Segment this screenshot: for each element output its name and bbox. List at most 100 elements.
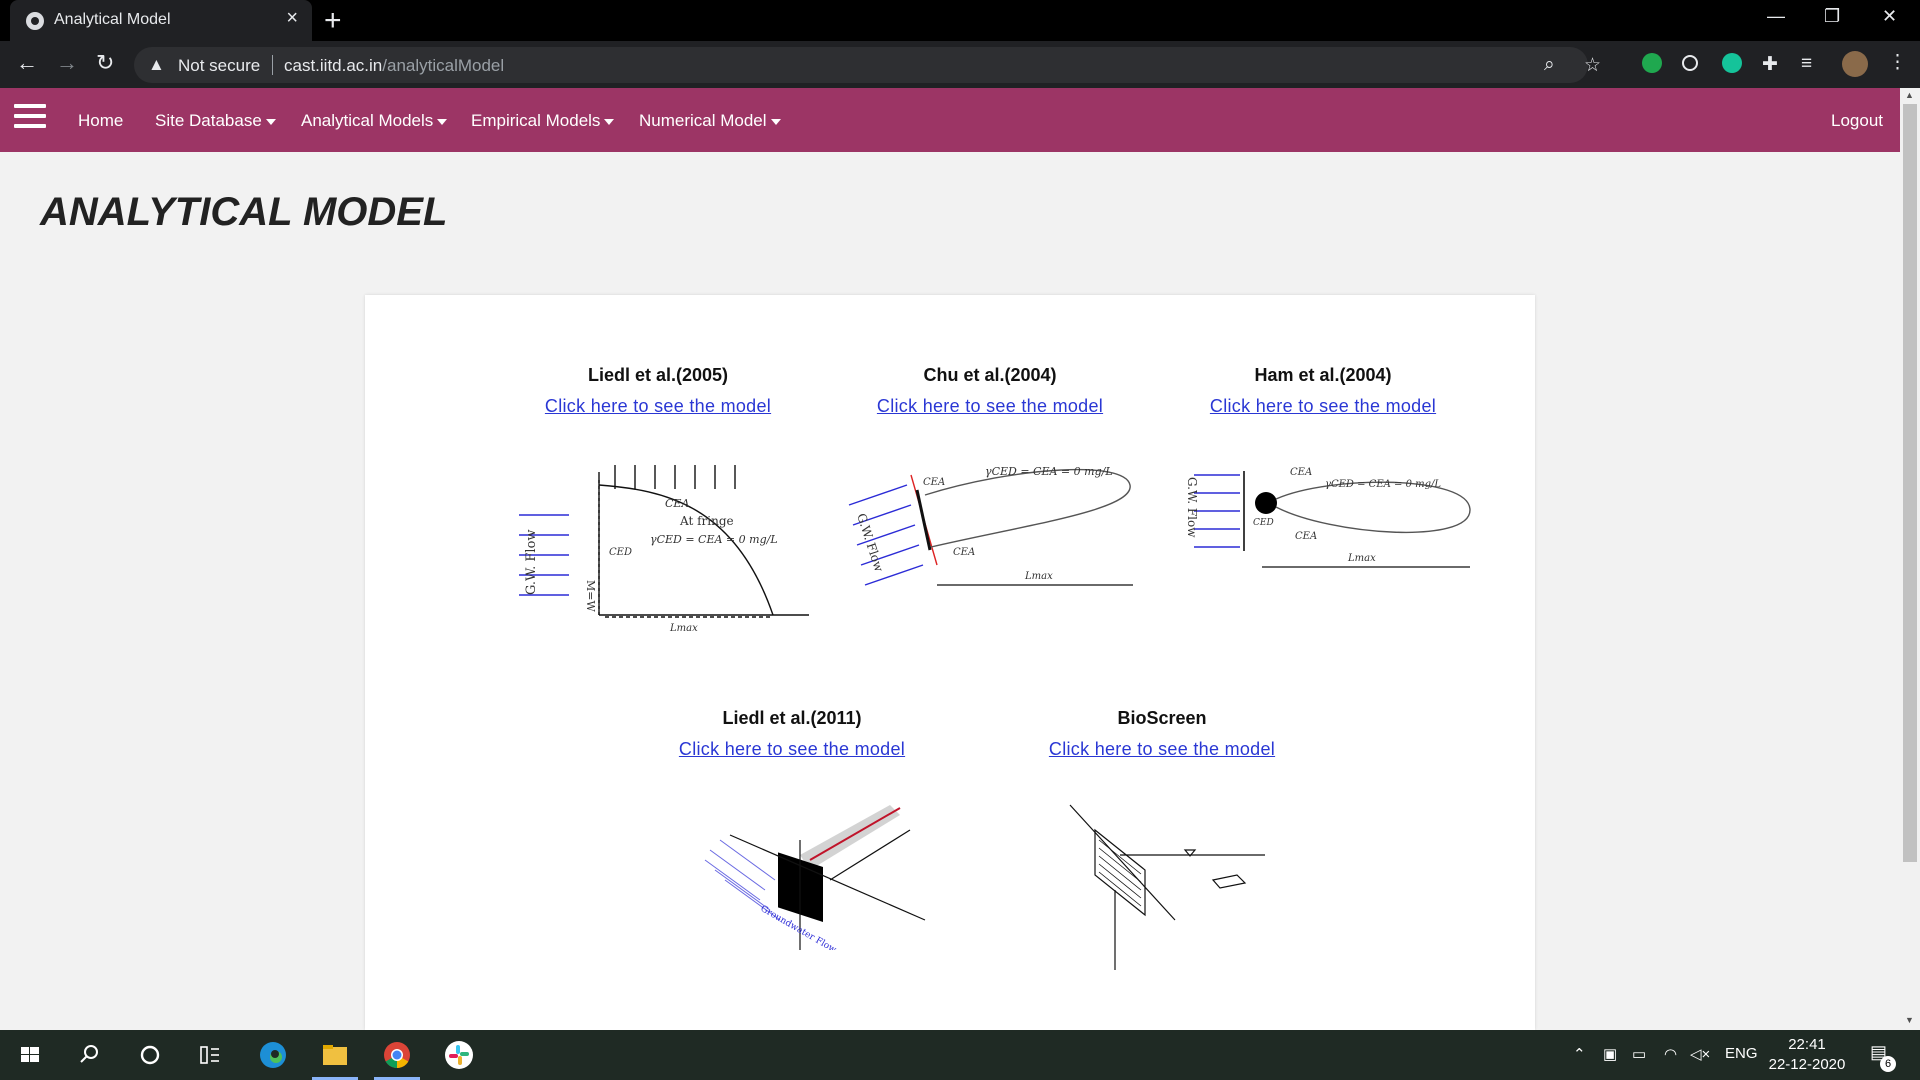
model-name: Chu et al.(2004) — [923, 365, 1057, 385]
liedl-2005-diagram: G.W. Flow M=W CEA At fringe γCED = CEA =… — [519, 465, 809, 634]
caret-down-icon — [265, 118, 276, 125]
notification-count-badge: 6 — [1880, 1056, 1896, 1072]
at-fringe-label: At fringe — [679, 514, 734, 528]
width-label: M=W — [584, 580, 597, 612]
restore-button[interactable]: ❐ — [1824, 6, 1840, 27]
globe-icon — [26, 12, 44, 30]
cea-label: CEA — [665, 497, 689, 510]
model-link[interactable]: Click here to see the model — [513, 396, 803, 417]
model-link[interactable]: Click here to see the model — [845, 396, 1135, 417]
lmax-label: Lmax — [1024, 571, 1053, 582]
model-link[interactable]: Click here to see the model — [1017, 739, 1307, 760]
model-name: BioScreen — [1117, 708, 1207, 728]
profile-avatar[interactable] — [1842, 51, 1868, 77]
extension-green-icon[interactable] — [1642, 53, 1662, 73]
bioscreen-diagram — [1069, 804, 1265, 970]
minimize-button[interactable]: — — [1767, 6, 1785, 27]
site-navbar: Home Site Database Analytical Models Emp… — [0, 88, 1900, 152]
hamburger-menu-icon[interactable] — [14, 104, 46, 130]
model-name: Liedl et al.(2005) — [587, 365, 729, 385]
cea-lower-label: CEA — [953, 547, 975, 558]
address-bar[interactable]: ▲ Not secure cast.iitd.ac.in/analyticalM… — [134, 47, 1601, 83]
forward-arrow-icon[interactable]: → — [56, 51, 78, 75]
search-icon[interactable] — [74, 1039, 106, 1071]
divider — [272, 55, 273, 75]
fringe-equation: γCED = CEA = 0 mg/L — [1325, 479, 1441, 490]
back-arrow-icon[interactable]: ← — [16, 51, 38, 75]
volume-muted-icon[interactable]: ◁× — [1690, 1045, 1710, 1063]
media-queue-icon[interactable]: ≡ — [1801, 53, 1812, 75]
logout-link[interactable]: Logout — [1831, 111, 1883, 131]
cea-lower-label: CEA — [1295, 531, 1317, 542]
meet-now-icon[interactable]: ▣ — [1603, 1045, 1617, 1063]
scroll-down-icon[interactable]: ▼ — [1905, 1015, 1914, 1025]
ced-label: CED — [1253, 518, 1274, 528]
lmax-label: Lmax — [1347, 553, 1376, 564]
clock-date: 22-12-2020 — [1768, 1056, 1846, 1073]
wifi-icon[interactable]: ◠ — [1664, 1045, 1677, 1063]
chu-2004-diagram: G.W. Flow γCED = CEA = 0 mg/L CEA CEA Lm… — [848, 465, 1133, 586]
bookmark-star-icon[interactable]: ☆ — [1584, 54, 1601, 77]
tab-close-icon[interactable]: × — [286, 7, 298, 30]
tray-chevron-icon[interactable]: ⌃ — [1573, 1045, 1586, 1063]
extension-react-icon[interactable] — [1682, 55, 1698, 71]
scrollbar-thumb[interactable] — [1903, 104, 1917, 862]
fringe-equation: γCED = CEA = 0 mg/L — [985, 465, 1113, 478]
clock-time: 22:41 — [1788, 1036, 1826, 1053]
tab-title: Analytical Model — [54, 11, 171, 28]
grammarly-icon[interactable] — [1722, 53, 1742, 73]
gw-flow-label: G.W. Flow — [1185, 477, 1199, 538]
windows-start-icon[interactable] — [14, 1039, 46, 1071]
windows-taskbar: ⌃ ▣ ▭ ◠ ◁× ENG 22:41 22-12-2020 ▤ 6 — [0, 1030, 1920, 1080]
ced-label: CED — [609, 547, 632, 558]
nav-empirical-models[interactable]: Empirical Models — [471, 111, 615, 131]
nav-numerical-model[interactable]: Numerical Model — [639, 111, 781, 131]
security-label[interactable]: Not secure — [178, 56, 260, 76]
browser-tab[interactable]: Analytical Model × — [10, 0, 312, 41]
fringe-equation: γCED = CEA = 0 mg/L — [650, 533, 778, 546]
edge-browser-icon[interactable] — [257, 1039, 289, 1071]
browser-toolbar: ← → ↻ ▲ Not secure cast.iitd.ac.in/analy… — [0, 41, 1920, 88]
new-tab-button[interactable]: + — [324, 4, 342, 38]
cea-label: CEA — [1290, 467, 1312, 478]
url-text[interactable]: cast.iitd.ac.in/analyticalModel — [284, 56, 504, 76]
model-liedl-2011: Liedl et al.(2011) Click here to see the… — [647, 708, 937, 760]
warning-icon: ▲ — [148, 55, 165, 74]
scroll-up-icon[interactable]: ▲ — [1905, 90, 1914, 100]
models-card: Liedl et al.(2005) Click here to see the… — [365, 295, 1535, 1030]
gw-flow-label: G.W. Flow — [854, 512, 886, 575]
taskbar-clock[interactable]: 22:41 22-12-2020 — [1752, 1035, 1862, 1075]
chrome-icon[interactable] — [381, 1039, 413, 1071]
cortana-icon[interactable] — [134, 1039, 166, 1071]
close-window-button[interactable]: ✕ — [1882, 6, 1897, 27]
task-view-icon[interactable] — [194, 1039, 226, 1071]
slack-icon[interactable] — [443, 1039, 475, 1071]
extensions-puzzle-icon[interactable]: ✚ — [1762, 53, 1778, 76]
nav-analytical-models[interactable]: Analytical Models — [301, 111, 448, 131]
model-name: Ham et al.(2004) — [1254, 365, 1392, 385]
caret-down-icon — [604, 118, 615, 125]
chrome-menu-icon[interactable]: ⋮ — [1888, 51, 1907, 74]
battery-icon[interactable]: ▭ — [1632, 1045, 1646, 1063]
model-chu-2004: Chu et al.(2004) Click here to see the m… — [845, 365, 1135, 417]
model-link[interactable]: Click here to see the model — [647, 739, 937, 760]
ham-2004-diagram: G.W. Flow CEA γCED = CEA = 0 mg/L CED CE… — [1185, 467, 1471, 568]
cea-label: CEA — [923, 477, 945, 488]
model-liedl-2005: Liedl et al.(2005) Click here to see the… — [513, 365, 803, 417]
browser-tab-strip: Analytical Model × + — ❐ ✕ — [0, 0, 1920, 41]
reload-icon[interactable]: ↻ — [96, 51, 114, 75]
gw-flow-label: G.W. Flow — [524, 529, 539, 595]
nav-home[interactable]: Home — [78, 111, 123, 131]
lmax-label: Lmax — [669, 623, 698, 634]
caret-down-icon — [437, 118, 448, 125]
model-name: Liedl et al.(2011) — [722, 708, 862, 728]
caret-down-icon — [770, 118, 781, 125]
model-ham-2004: Ham et al.(2004) Click here to see the m… — [1178, 365, 1468, 417]
liedl-2011-diagram: Groundwater Flow — [704, 805, 926, 950]
file-explorer-icon[interactable] — [319, 1039, 351, 1071]
zoom-icon[interactable]: ⌕ — [1544, 54, 1555, 76]
model-bioscreen: BioScreen Click here to see the model — [1017, 708, 1307, 760]
nav-site-database[interactable]: Site Database — [155, 111, 276, 131]
page-title: ANALYTICAL MODEL — [40, 190, 448, 234]
model-link[interactable]: Click here to see the model — [1178, 396, 1468, 417]
